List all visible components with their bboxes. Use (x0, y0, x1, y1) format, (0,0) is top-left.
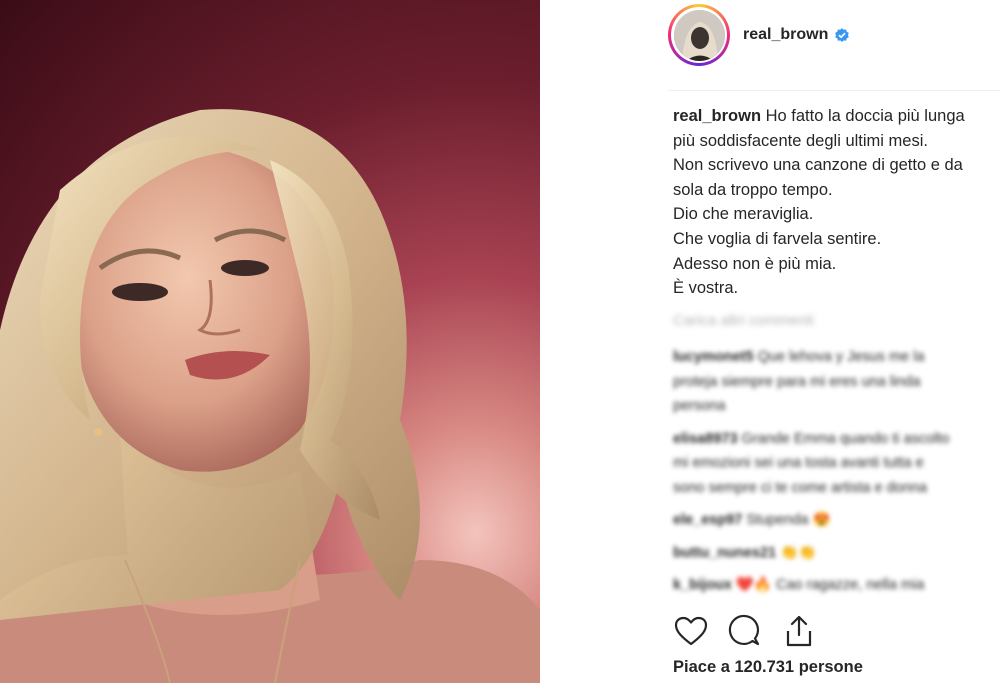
comment-username[interactable]: lucymonet5 (673, 349, 754, 365)
post-header: real_brown (668, 4, 1000, 66)
likes-count[interactable]: Piace a 120.731 persone (673, 658, 863, 677)
post-details-panel: real_brown real_brown Ho fatto la doccia… (540, 0, 1000, 683)
post-actions (672, 612, 834, 650)
comment-item: lucymonet5 Que lehova y Jesus me la prot… (673, 345, 1000, 419)
share-icon (786, 615, 812, 647)
caption-line: più soddisfacente degli ultimi mesi. (673, 131, 928, 150)
header-divider (668, 90, 1000, 91)
caption-line: Dio che meraviglia. (673, 205, 814, 224)
caption-line: Non scrivevo una canzone di getto e da (673, 156, 963, 175)
comment-text: proteja siempre para mi eres una linda (673, 373, 921, 390)
comment-text: 👏👏 (780, 544, 817, 561)
post-username[interactable]: real_brown (743, 26, 828, 44)
comment-icon (728, 614, 760, 646)
like-button[interactable] (672, 612, 710, 650)
share-button[interactable] (780, 612, 818, 650)
comment-item: k_bijoux ❤️🔥 Cao ragazze, nella mia (673, 573, 1000, 598)
avatar-image (673, 9, 725, 61)
avatar[interactable] (673, 9, 725, 61)
heart-icon (674, 616, 708, 646)
comment-username[interactable]: k_bijoux (673, 577, 732, 593)
comment-text: Que lehova y Jesus me la (757, 349, 925, 365)
comment-item: buttu_nunes21 👏👏 (673, 541, 1000, 566)
caption-line: Ho fatto la doccia più lunga (765, 107, 965, 125)
caption-line: Adesso non è più mia. (673, 254, 837, 273)
comment-text: sono sempre ci te come artista e donna (673, 479, 927, 496)
comment-text: Stupenda 😍 (746, 512, 831, 528)
post-photo[interactable] (0, 0, 540, 683)
comment-username[interactable]: elisa8973 (673, 431, 738, 447)
comment-button[interactable] (726, 612, 764, 650)
caption-line: sola da troppo tempo. (673, 180, 833, 199)
post-caption: real_brown Ho fatto la doccia più lunga … (673, 104, 1000, 301)
comment-item: ele_esp97 Stupenda 😍 (673, 508, 1000, 533)
comment-text: mi emozioni sei una tosta avanti tutta e (673, 455, 924, 471)
comment-text: ❤️🔥 Cao ragazze, nella mia (735, 577, 925, 593)
comment-username[interactable]: ele_esp97 (673, 512, 742, 528)
story-ring[interactable] (668, 4, 730, 66)
comments-list: lucymonet5 Que lehova y Jesus me la prot… (673, 345, 1000, 606)
comment-username[interactable]: buttu_nunes21 (673, 545, 776, 561)
comment-text: Grande Emma quando ti ascolto (741, 430, 950, 447)
caption-line: Che voglia di farvela sentire. (673, 229, 882, 248)
load-more-comments-link[interactable]: Carica altri commenti (673, 312, 814, 329)
selfie-illustration (0, 109, 540, 683)
caption-line: È vostra. (673, 279, 739, 298)
caption-username[interactable]: real_brown (673, 107, 761, 125)
comment-text: persona (673, 398, 726, 414)
verified-badge-icon (835, 28, 850, 42)
comment-item: elisa8973 Grande Emma quando ti ascolto … (673, 427, 1000, 501)
